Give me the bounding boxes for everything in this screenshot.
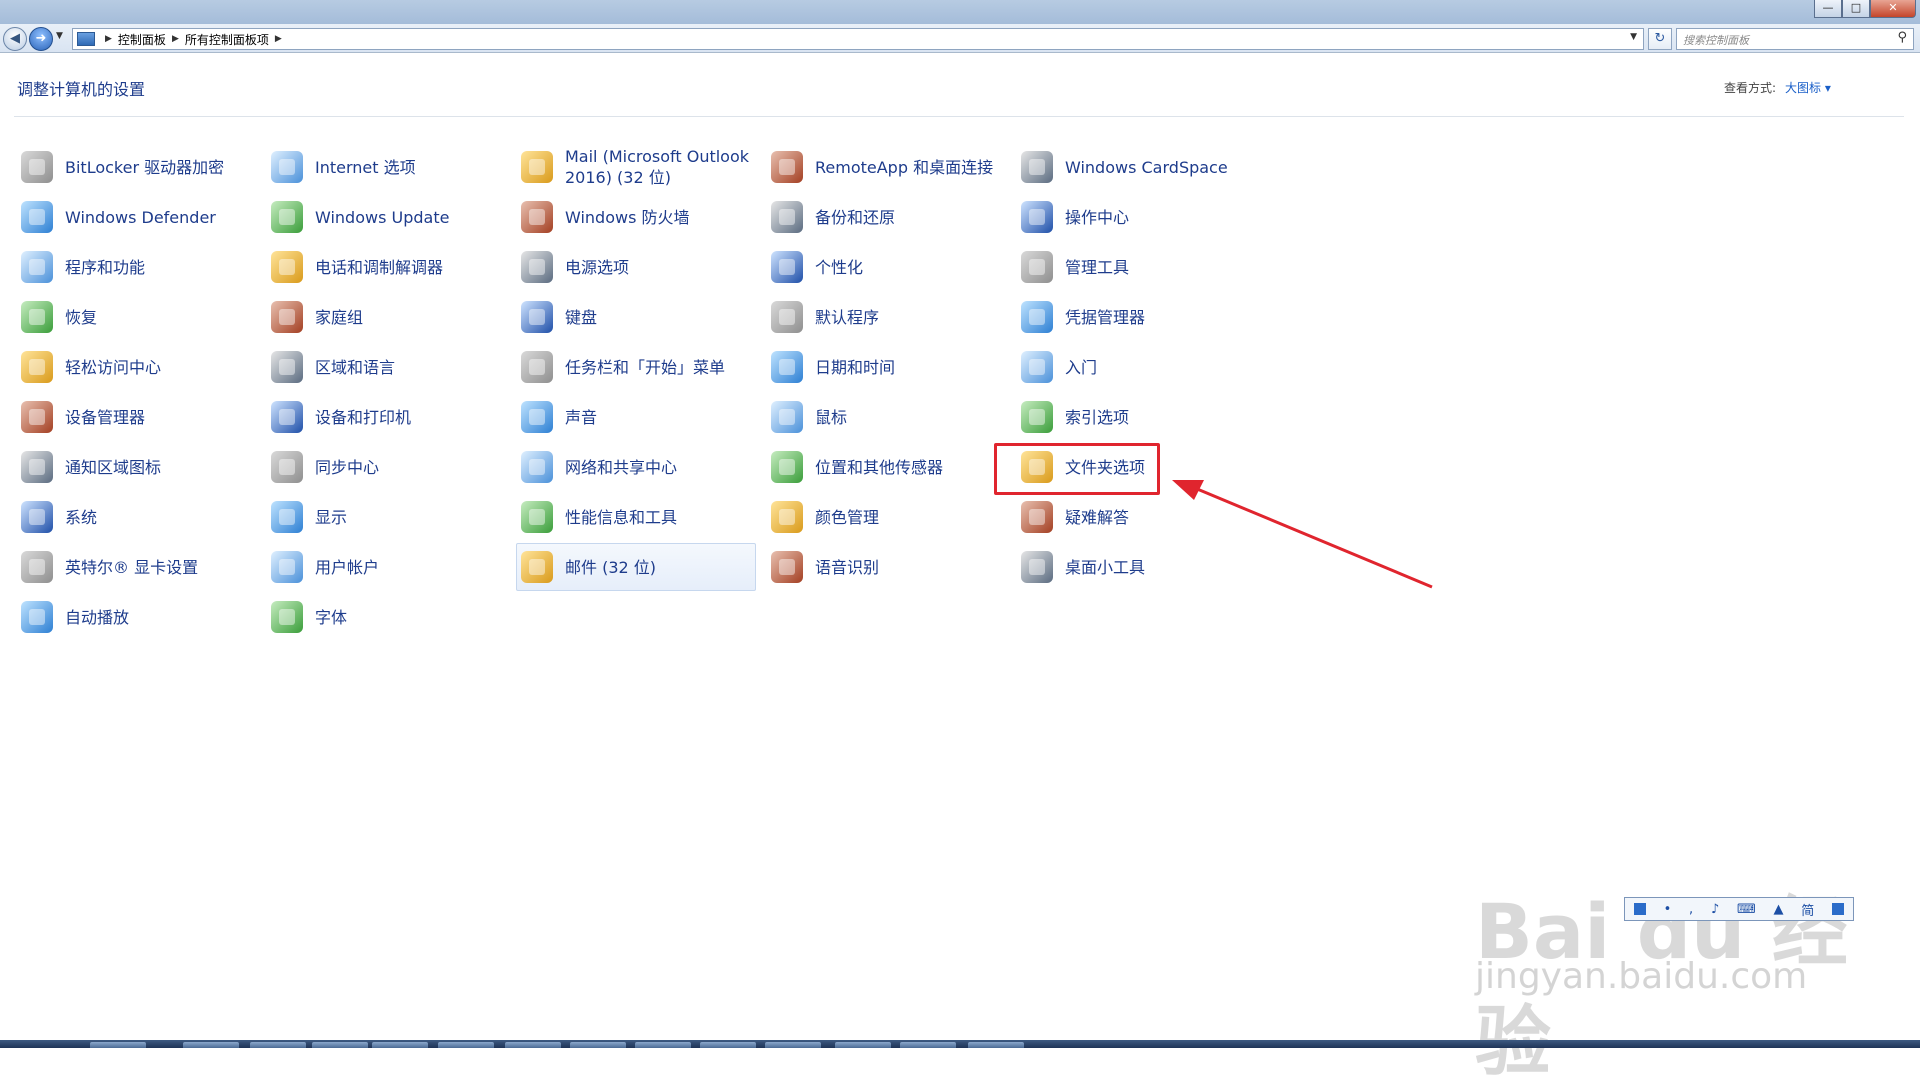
baidu-watermark-url: jingyan.baidu.com xyxy=(1475,956,1808,997)
taskbar-button[interactable] xyxy=(900,1042,956,1048)
arrow-shaft xyxy=(1189,484,1433,589)
taskbar-button[interactable] xyxy=(372,1042,428,1048)
ime-menu-icon[interactable] xyxy=(1832,903,1845,915)
taskbar-button[interactable] xyxy=(570,1042,626,1048)
ime-dot-icon[interactable]: • xyxy=(1664,902,1672,917)
ime-toolbar[interactable]: • , ♪ ⌨ ▲ 简 xyxy=(1624,897,1854,921)
ime-logo-icon[interactable] xyxy=(1633,903,1646,915)
taskbar-button[interactable] xyxy=(968,1042,1024,1048)
ime-punct-icon[interactable]: , xyxy=(1689,902,1693,917)
taskbar xyxy=(0,1040,1920,1048)
ime-keyboard-icon[interactable]: ⌨ xyxy=(1737,902,1756,917)
ime-skin-icon[interactable]: ▲ xyxy=(1774,902,1784,917)
taskbar-button[interactable] xyxy=(505,1042,561,1048)
taskbar-button[interactable] xyxy=(700,1042,756,1048)
taskbar-button[interactable] xyxy=(835,1042,891,1048)
taskbar-button[interactable] xyxy=(90,1042,146,1048)
taskbar-button[interactable] xyxy=(635,1042,691,1048)
ime-voice-icon[interactable]: ♪ xyxy=(1711,902,1719,917)
ime-simplified-toggle[interactable]: 简 xyxy=(1801,900,1814,919)
taskbar-button[interactable] xyxy=(312,1042,368,1048)
taskbar-button[interactable] xyxy=(250,1042,306,1048)
taskbar-button[interactable] xyxy=(765,1042,821,1048)
taskbar-button[interactable] xyxy=(183,1042,239,1048)
taskbar-button[interactable] xyxy=(438,1042,494,1048)
